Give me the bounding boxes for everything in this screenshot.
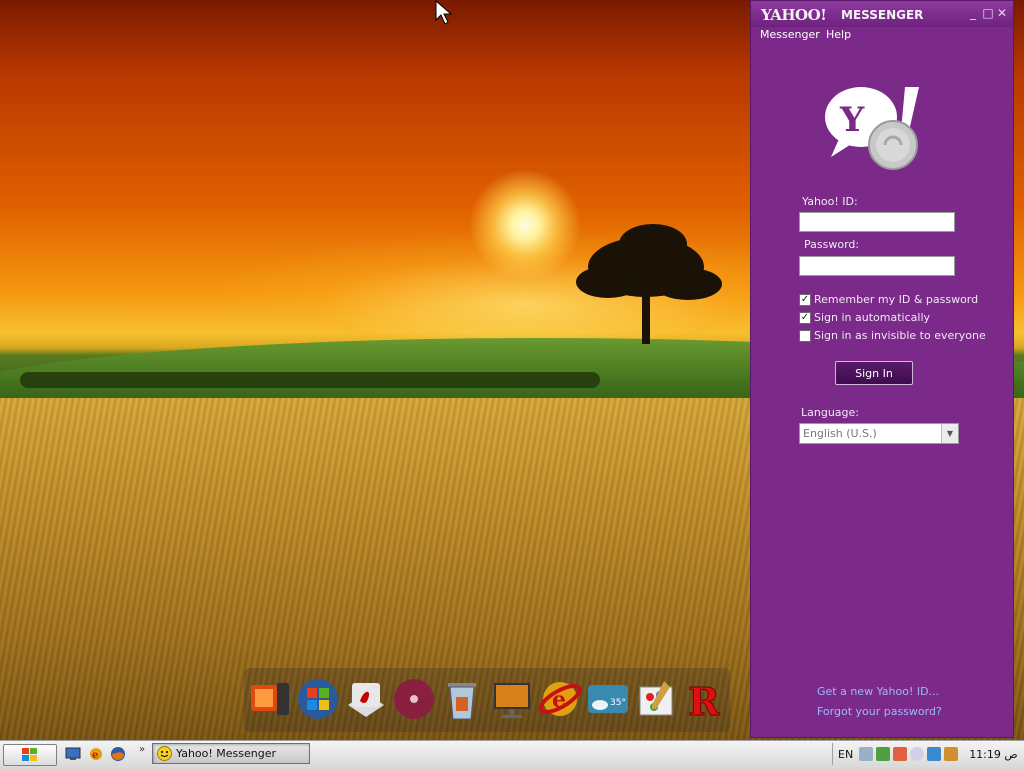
weather-temp: 35°	[610, 698, 626, 708]
language-indicator[interactable]: EN	[838, 748, 853, 761]
new-id-link[interactable]: Get a new Yahoo! ID...	[817, 685, 939, 698]
smiley-icon	[157, 746, 172, 761]
auto-signin-checkbox[interactable]: ✓	[799, 311, 811, 324]
sun	[470, 170, 580, 280]
adobe-reader-icon[interactable]	[344, 676, 388, 722]
menu-bar: Messenger Help	[751, 27, 1013, 45]
firefox-icon[interactable]	[109, 745, 127, 763]
svg-text:Y: Y	[839, 100, 865, 140]
yahoo-logo-text: YAHOO!	[761, 6, 827, 24]
password-label: Password:	[804, 238, 860, 251]
r-app-icon[interactable]: R	[682, 676, 726, 722]
clock: 11:19 ص	[969, 747, 1018, 761]
window-title: MESSENGER	[841, 8, 924, 22]
remember-row[interactable]: ✓ Remember my ID & password	[799, 293, 978, 306]
title-bar[interactable]: YAHOO! MESSENGER _ □ ✕	[751, 1, 1013, 27]
chevron-down-icon[interactable]: ▼	[941, 424, 958, 443]
media-player-icon[interactable]	[248, 676, 292, 722]
invisible-checkbox[interactable]	[799, 329, 811, 342]
menu-help[interactable]: Help	[826, 28, 851, 41]
close-button[interactable]: ✕	[996, 7, 1008, 19]
yahoo-messenger-logo-icon: Y	[825, 87, 919, 170]
remember-label[interactable]: Remember my ID & password	[814, 293, 978, 306]
auto-signin-label[interactable]: Sign in automatically	[814, 311, 930, 324]
show-desktop-icon[interactable]	[64, 745, 82, 763]
taskbar-yahoo-messenger[interactable]: Yahoo! Messenger	[152, 743, 310, 764]
language-select[interactable]: English (U.S.) ▼	[799, 423, 959, 444]
yahoo-id-input[interactable]	[799, 212, 955, 232]
yahoo-tray-icon[interactable]	[910, 747, 925, 761]
tree-silhouette	[576, 224, 722, 344]
maximize-button[interactable]: □	[982, 7, 994, 19]
security-icon[interactable]	[893, 747, 908, 761]
invisible-label[interactable]: Sign in as invisible to everyone	[814, 329, 986, 342]
photo-viewer-icon[interactable]	[490, 676, 534, 722]
hedge-row	[20, 372, 600, 388]
invisible-row[interactable]: Sign in as invisible to everyone	[799, 329, 986, 342]
volume-icon[interactable]	[859, 747, 874, 761]
windows-flag-icon	[22, 748, 37, 761]
svg-text:e: e	[552, 687, 566, 713]
recycle-bin-icon[interactable]	[440, 676, 484, 722]
dvd-icon[interactable]	[392, 676, 436, 722]
weather-widget-icon[interactable]: 35°	[586, 676, 630, 722]
remember-checkbox[interactable]: ✓	[799, 293, 811, 306]
language-label: Language:	[801, 406, 859, 419]
login-panel: Y Yahoo! ID: Password: ✓ Remember my ID …	[751, 45, 1013, 737]
sign-in-button[interactable]: Sign In	[835, 361, 913, 385]
update-icon[interactable]	[927, 747, 942, 761]
auto-signin-row[interactable]: ✓ Sign in automatically	[799, 311, 930, 324]
password-input[interactable]	[799, 256, 955, 276]
quick-launch-more[interactable]: »	[139, 744, 145, 755]
internet-explorer-icon[interactable]: e	[87, 745, 105, 763]
windows-logo-icon[interactable]	[296, 676, 340, 722]
network-icon[interactable]	[876, 747, 891, 761]
yahoo-id-label: Yahoo! ID:	[802, 195, 858, 208]
language-value: English (U.S.)	[803, 427, 877, 440]
mouse-cursor-icon	[435, 0, 453, 25]
minimize-button[interactable]: _	[967, 7, 979, 19]
forgot-password-link[interactable]: Forgot your password?	[817, 705, 942, 718]
svg-text:e: e	[92, 750, 98, 761]
internet-explorer-icon[interactable]: e	[538, 676, 582, 722]
taskbar-button-label: Yahoo! Messenger	[176, 747, 277, 760]
svg-text:R: R	[688, 679, 720, 721]
taskbar: e » Yahoo! Messenger EN 11:19 ص	[0, 740, 1024, 769]
tools-icon[interactable]	[944, 747, 959, 761]
menu-messenger[interactable]: Messenger	[760, 28, 820, 41]
yahoo-messenger-window: YAHOO! MESSENGER _ □ ✕ Messenger Help Y …	[750, 0, 1014, 738]
system-tray: EN 11:19 ص	[832, 743, 1023, 765]
start-button[interactable]	[3, 744, 57, 766]
paint-icon[interactable]	[634, 676, 678, 722]
